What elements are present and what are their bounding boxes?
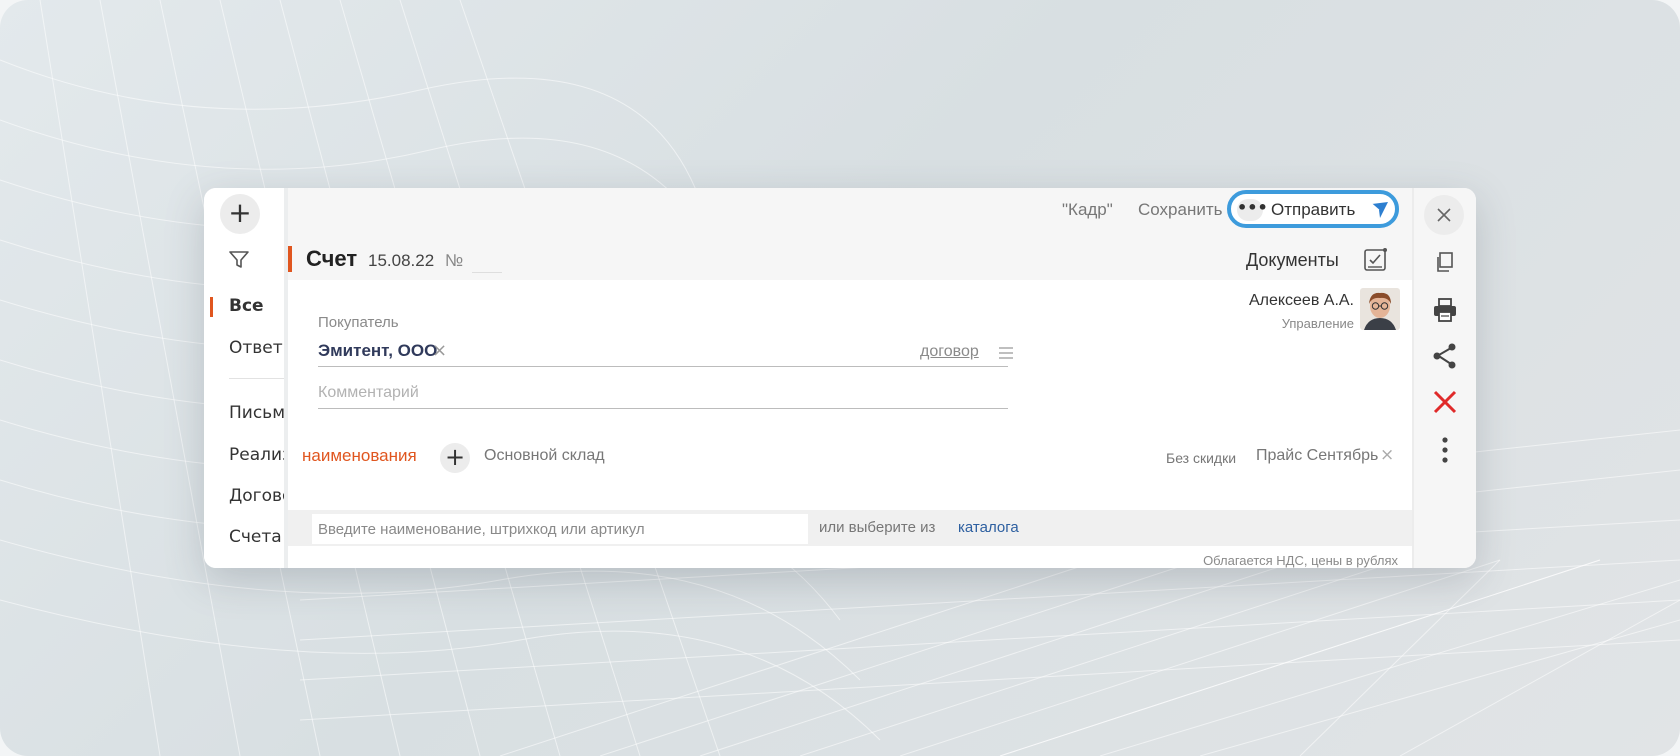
close-button[interactable] (1424, 195, 1464, 235)
responsible-user-department: Управление (1281, 316, 1354, 331)
catalog-link[interactable]: каталога (958, 519, 1019, 536)
delete-icon[interactable] (1431, 388, 1459, 416)
save-button[interactable]: Сохранить (1138, 200, 1222, 220)
more-vertical-icon[interactable] (1431, 436, 1459, 464)
avatar[interactable] (1360, 288, 1400, 330)
warehouse-selector[interactable]: Основной склад (484, 447, 605, 465)
desktop-background: + Все Ответы Письма Реализа Договор Счет… (0, 0, 1680, 756)
nav-item-contracts[interactable]: Договор (229, 486, 284, 506)
left-navigation: + Все Ответы Письма Реализа Договор Счет… (204, 188, 288, 568)
nav-item-sales[interactable]: Реализа (229, 445, 284, 465)
document-panel: "Кадр" Сохранить ••• Отправить Счет 15.0… (288, 188, 1412, 568)
more-options-button[interactable]: ••• (1237, 199, 1268, 221)
list-menu-icon[interactable] (998, 346, 1014, 360)
invoice-window: + Все Ответы Письма Реализа Договор Счет… (204, 188, 1476, 568)
frame-button[interactable]: "Кадр" (1062, 200, 1113, 220)
nav-divider (229, 378, 284, 379)
buyer-label: Покупатель (318, 314, 399, 331)
copy-icon[interactable] (1431, 248, 1459, 276)
close-icon (1437, 208, 1451, 222)
document-number-field[interactable] (472, 272, 502, 273)
nav-item-answers[interactable]: Ответы (229, 338, 284, 358)
discount-selector[interactable]: Без скидки (1166, 450, 1236, 466)
catalog-hint: или выберите из (819, 519, 936, 536)
document-date[interactable]: 15.08.22 (368, 251, 434, 271)
contract-link[interactable]: договор (920, 343, 979, 361)
document-type: Счет (306, 246, 358, 271)
document-accent-bar (288, 246, 292, 272)
printer-icon[interactable] (1431, 296, 1459, 324)
documents-link[interactable]: Документы (1246, 250, 1339, 271)
add-button[interactable]: + (220, 194, 260, 234)
nav-item-letters[interactable]: Письма (229, 403, 284, 423)
buyer-field-underline (318, 366, 1008, 367)
nav-item-invoices[interactable]: Счета (229, 527, 282, 547)
comment-field-underline (318, 408, 1008, 409)
add-item-button[interactable]: + (440, 443, 470, 473)
clear-price-list-icon[interactable]: × (1380, 445, 1394, 465)
active-indicator (210, 297, 213, 317)
price-list-selector[interactable]: Прайс Сентябрь (1256, 447, 1378, 465)
comment-field[interactable]: Комментарий (318, 384, 419, 402)
buyer-value[interactable]: Эмитент, ООО (318, 341, 437, 361)
filter-icon[interactable] (228, 250, 250, 270)
document-signature-icon[interactable] (1361, 246, 1389, 274)
share-icon[interactable] (1431, 342, 1459, 370)
item-search-input[interactable] (312, 514, 808, 544)
nav-item-all[interactable]: Все (229, 296, 264, 316)
send-button-group: ••• Отправить (1227, 190, 1399, 228)
items-tab[interactable]: наименования (302, 446, 417, 466)
clear-buyer-icon[interactable]: × (432, 340, 447, 361)
send-button[interactable]: Отправить (1271, 200, 1355, 220)
vat-note[interactable]: Облагается НДС, цены в рублях (1203, 553, 1398, 568)
responsible-user-name[interactable]: Алексеев А.А. (1249, 292, 1354, 310)
paper-plane-icon[interactable] (1371, 201, 1389, 219)
right-toolbar (1412, 188, 1476, 568)
document-number-label: № (445, 251, 464, 270)
